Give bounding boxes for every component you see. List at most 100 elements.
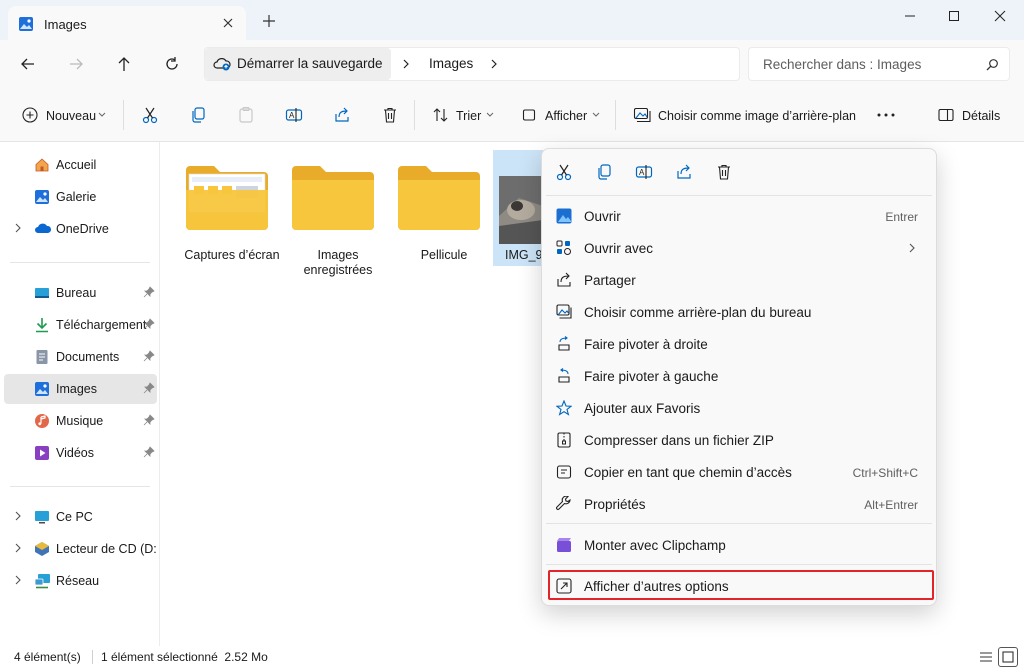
pin-icon[interactable]	[143, 350, 155, 362]
sidebar-item-this-pc[interactable]: Ce PC	[4, 502, 157, 532]
folder-saved-pictures[interactable]: Images enregistrées	[286, 156, 390, 280]
sort-icon[interactable]	[432, 107, 450, 123]
sidebar-item-documents[interactable]: Documents	[4, 342, 157, 372]
menu-item-set-background[interactable]: Choisir comme arrière-plan du bureau	[546, 296, 932, 328]
star-icon	[556, 400, 572, 416]
copy-icon[interactable]	[189, 106, 207, 124]
sort-button[interactable]: Trier	[456, 109, 481, 123]
sidebar-item-videos[interactable]: Vidéos	[4, 438, 157, 468]
chevron-right-icon[interactable]	[489, 58, 499, 70]
sidebar-item-downloads[interactable]: Téléchargement	[4, 310, 157, 340]
menu-item-label: Faire pivoter à gauche	[584, 369, 719, 384]
file-name: Images enregistrées	[303, 248, 373, 277]
rename-icon[interactable]: A	[285, 106, 303, 124]
menu-item-label: Choisir comme arrière-plan du bureau	[584, 305, 812, 320]
sidebar-item-label: OneDrive	[56, 222, 109, 236]
up-arrow-icon[interactable]	[112, 54, 136, 74]
menu-item-clipchamp[interactable]: Monter avec Clipchamp	[546, 529, 932, 561]
forward-arrow-icon[interactable]	[64, 54, 88, 74]
wallpaper-icon[interactable]	[633, 107, 651, 123]
details-view-icon[interactable]	[978, 649, 994, 665]
highlight-box	[548, 570, 934, 600]
large-icons-view-icon[interactable]	[998, 647, 1018, 667]
set-wallpaper-button[interactable]: Choisir comme image d’arrière-plan	[658, 109, 856, 123]
chevron-down-icon[interactable]	[98, 112, 106, 118]
sidebar-item-images[interactable]: Images	[4, 374, 157, 404]
chevron-right-icon[interactable]	[14, 543, 22, 553]
divider	[615, 100, 616, 130]
cut-icon[interactable]	[555, 163, 573, 181]
sidebar-item-desktop[interactable]: Bureau	[4, 278, 157, 308]
chevron-right-icon[interactable]	[14, 511, 22, 521]
file-name: IMG_9	[505, 248, 543, 262]
chevron-right-icon[interactable]	[401, 58, 411, 70]
menu-item-rotate-left[interactable]: Faire pivoter à gauche	[546, 360, 932, 392]
pin-icon[interactable]	[143, 318, 155, 330]
menu-item-open-with[interactable]: Ouvrir avec	[546, 232, 932, 264]
divider	[546, 195, 932, 196]
rename-icon[interactable]: A	[635, 163, 653, 181]
menu-item-share[interactable]: Partager	[546, 264, 932, 296]
file-name: Captures d’écran	[184, 248, 280, 262]
delete-icon[interactable]	[715, 163, 733, 181]
chevron-right-icon	[908, 243, 916, 253]
copy-icon[interactable]	[595, 163, 613, 181]
share-icon[interactable]	[333, 106, 351, 124]
view-icon[interactable]	[522, 108, 536, 122]
menu-item-label: Faire pivoter à droite	[584, 337, 708, 352]
folder-screenshots[interactable]: Captures d’écran	[180, 156, 284, 280]
search-icon	[985, 58, 999, 72]
new-button[interactable]: Nouveau	[46, 109, 96, 123]
sidebar-item-gallery[interactable]: Galerie	[4, 182, 157, 212]
sidebar-item-network[interactable]: Réseau	[4, 566, 157, 596]
sidebar-item-home[interactable]: Accueil	[4, 150, 157, 180]
view-button[interactable]: Afficher	[545, 109, 587, 123]
menu-item-open[interactable]: Ouvrir Entrer	[546, 200, 932, 232]
share-icon[interactable]	[675, 163, 693, 181]
chevron-down-icon[interactable]	[592, 112, 600, 118]
video-icon	[34, 445, 50, 461]
paste-icon[interactable]	[237, 106, 255, 124]
back-arrow-icon[interactable]	[16, 54, 40, 74]
sidebar-item-label: Ce PC	[56, 510, 93, 524]
sidebar-item-onedrive[interactable]: OneDrive	[4, 214, 157, 244]
pin-icon[interactable]	[143, 446, 155, 458]
search-input[interactable]: Rechercher dans : Images	[748, 47, 1010, 81]
more-options-icon[interactable]	[876, 113, 896, 117]
refresh-icon[interactable]	[160, 54, 184, 74]
pin-icon[interactable]	[143, 414, 155, 426]
details-button[interactable]: Détails	[962, 109, 1000, 123]
pin-icon[interactable]	[143, 382, 155, 394]
minimize-icon[interactable]	[898, 8, 922, 24]
tab-images[interactable]: Images	[8, 6, 246, 40]
details-pane-icon[interactable]	[938, 108, 954, 122]
close-icon[interactable]	[220, 15, 236, 31]
cloud-backup-icon	[213, 56, 231, 72]
file-image-selected[interactable]: IMG_9	[493, 150, 543, 266]
pin-icon[interactable]	[143, 286, 155, 298]
maximize-icon[interactable]	[942, 8, 966, 24]
divider	[10, 262, 150, 263]
breadcrumb-images[interactable]: Images	[429, 56, 473, 71]
sidebar-item-music[interactable]: Musique	[4, 406, 157, 436]
chevron-down-icon[interactable]	[486, 112, 494, 118]
plus-icon[interactable]	[262, 14, 276, 28]
plus-circle-icon[interactable]	[22, 107, 38, 123]
chevron-right-icon[interactable]	[14, 223, 22, 233]
breadcrumb[interactable]: Démarrer la sauvegarde Images	[204, 47, 740, 81]
cut-icon[interactable]	[141, 106, 159, 124]
chevron-right-icon[interactable]	[14, 575, 22, 585]
menu-item-shortcut: Entrer	[885, 210, 918, 224]
folder-camera-roll[interactable]: Pellicule	[392, 156, 496, 280]
title-bar: Images	[0, 0, 1024, 40]
menu-item-rotate-right[interactable]: Faire pivoter à droite	[546, 328, 932, 360]
status-bar: 4 élément(s) 1 élément sélectionné 2.52 …	[0, 646, 1024, 669]
menu-item-add-favorites[interactable]: Ajouter aux Favoris	[546, 392, 932, 424]
close-icon[interactable]	[988, 8, 1012, 24]
menu-item-properties[interactable]: Propriétés Alt+Entrer	[546, 488, 932, 520]
breadcrumb-backup[interactable]: Démarrer la sauvegarde	[205, 48, 391, 80]
menu-item-copy-path[interactable]: Copier en tant que chemin d’accès Ctrl+S…	[546, 456, 932, 488]
sidebar-item-cd-drive[interactable]: Lecteur de CD (D:) V	[4, 534, 157, 564]
menu-item-compress-zip[interactable]: Compresser dans un fichier ZIP	[546, 424, 932, 456]
delete-icon[interactable]	[381, 106, 399, 124]
